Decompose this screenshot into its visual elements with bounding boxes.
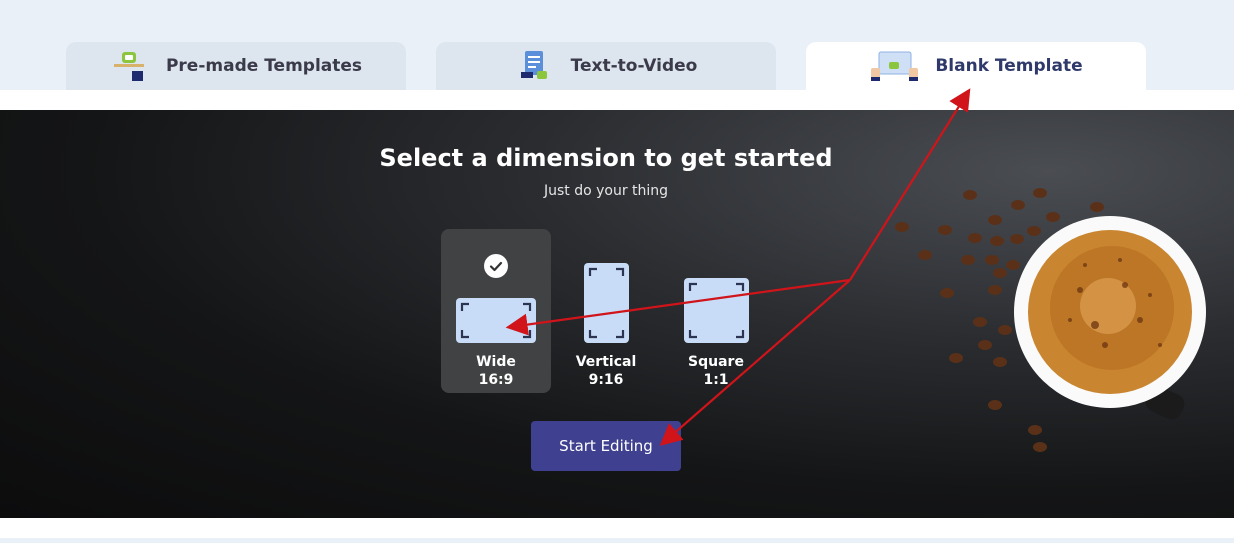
dimension-label: Wide [476, 354, 516, 370]
vertical-frame-icon [584, 263, 629, 343]
square-frame-icon [684, 278, 749, 343]
tab-panel-top [0, 90, 1234, 110]
tab-pre-made-templates[interactable]: Pre-made Templates [66, 42, 406, 90]
dimension-label: Vertical [575, 354, 637, 370]
blank-canvas-icon [871, 51, 919, 81]
dimension-label: Square [688, 354, 744, 370]
dimension-ratio: 9:16 [588, 372, 624, 388]
tab-text-to-video[interactable]: Text-to-Video [436, 42, 776, 90]
dimension-ratio: 1:1 [703, 372, 729, 388]
dimension-picker-panel: Select a dimension to get started Just d… [0, 110, 1234, 518]
wide-frame-icon [456, 298, 536, 343]
dimension-option-wide[interactable]: Wide 16:9 [441, 229, 551, 393]
dimension-ratio: 16:9 [478, 372, 514, 388]
dimension-option-vertical[interactable]: Vertical 9:16 [551, 229, 661, 393]
document-video-icon [520, 51, 547, 79]
tab-blank-template[interactable]: Blank Template [806, 42, 1146, 90]
start-editing-button[interactable]: Start Editing [531, 421, 681, 471]
template-screen-icon [113, 52, 144, 81]
dimension-option-square[interactable]: Square 1:1 [661, 229, 771, 393]
tab-label: Pre-made Templates [165, 56, 363, 76]
checkmark-icon [484, 254, 508, 278]
tab-label: Text-to-Video [570, 56, 698, 76]
page-footer-strip [0, 518, 1234, 538]
page-subtitle: Just do your thing [543, 183, 669, 199]
tab-label: Blank Template [935, 56, 1083, 76]
page-title: Select a dimension to get started [379, 144, 833, 172]
